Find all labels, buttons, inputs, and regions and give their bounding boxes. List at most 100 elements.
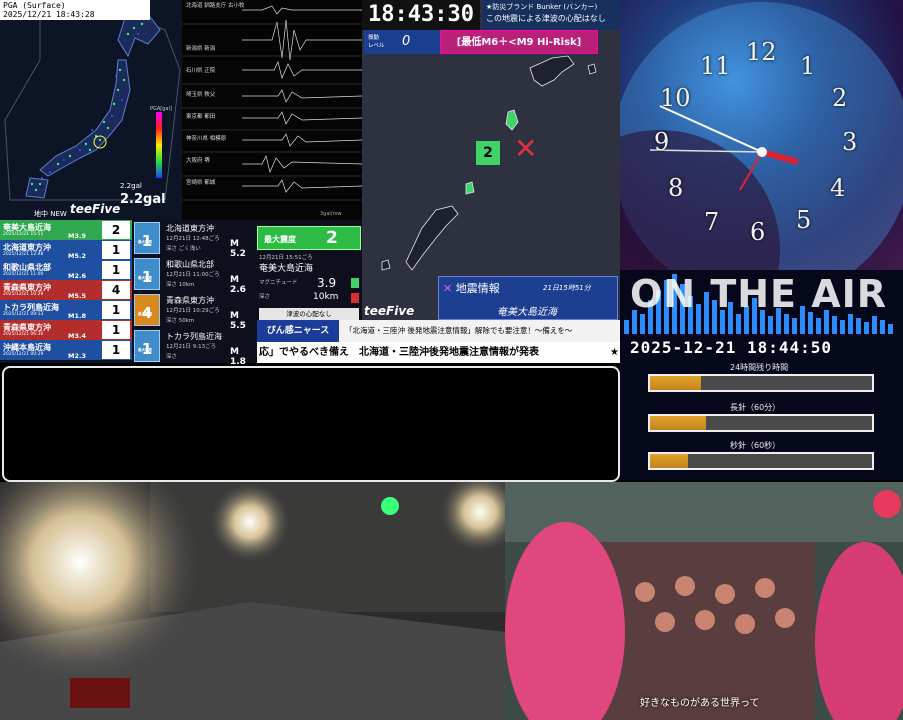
quake-magnitude: M3.9: [68, 232, 86, 240]
pga-gal-small: 2.2gal: [120, 182, 142, 190]
detail-region: 和歌山県北部: [166, 260, 214, 269]
clock-number: 6: [750, 218, 766, 246]
badge-label: 最大震度: [138, 276, 152, 280]
detail-magnitude: M 1.8: [230, 347, 246, 367]
latest-quake-summary: 最大震度 2 12月21日 15:51ごろ 奄美大島近海 マグニチュード 3.9…: [257, 220, 362, 320]
progress-bar-label: 長針（60分）: [730, 403, 781, 412]
quake-history-list: 奄美大島近海 2025/12/21 15:51 M3.9 2 北海道東方沖 2025/12…: [0, 220, 132, 363]
detail-depth: 深さ 10km: [166, 282, 195, 288]
detail-depth: 深さ: [166, 354, 178, 360]
clock-number: 5: [796, 206, 812, 234]
quake-info-region: 奄美大島近海: [497, 307, 557, 318]
pga-gal-value: 2.2gal: [120, 192, 166, 207]
on-air-text: ON THE AIR: [630, 272, 888, 316]
badge-label: 最大震度: [138, 240, 152, 244]
ticker-star-icon: ★: [610, 347, 619, 358]
quake-intensity: 1: [102, 321, 130, 339]
waveform-station-label: 大阪府 堺: [186, 158, 210, 164]
quake-history-row: 青森県東方沖 2025/12/21 06:30 M3.4 1: [0, 320, 132, 340]
waveform-panel: 北海道 釧路支庁 古小牧 新潟県 新潟 石川県 正院 埼玉県 秩父 東京都 都田…: [182, 0, 362, 220]
intensity-badge: 最大震度 1: [134, 258, 160, 290]
quake-detail-list: 最大震度 1 北海道東方沖 12月21日 12:48ごろ 深さ ごく浅い M 5.2 最大震…: [132, 220, 257, 367]
waveform-station-label: 新潟県 新潟: [186, 46, 216, 52]
quake-info-title: ✕ 地震情報: [443, 280, 500, 296]
intensity-badge: 最大震度 4: [134, 294, 160, 326]
shake-level-value: 0: [402, 34, 411, 49]
detail-depth: 深さ ごく浅い: [166, 246, 201, 252]
detail-date: 12月21日 11:00ごろ: [166, 272, 220, 278]
clock-number: 8: [668, 174, 684, 202]
clock-number: 10: [660, 84, 691, 112]
max-intensity-box: 最大震度 2: [257, 226, 361, 250]
waveform-station-label: 宮崎県 都城: [186, 180, 216, 186]
quake-info-title-text: 地震情報: [455, 282, 500, 295]
badge-label: 最大震度: [138, 348, 152, 352]
street-camera-feed: [0, 482, 505, 720]
pga-timestamp: 2025/12/21 18:43:28: [3, 10, 95, 19]
pga-now-label: 地中 NEW: [34, 210, 67, 218]
badge-label: 最大震度: [138, 312, 152, 316]
magnitude-color-chip: [351, 278, 359, 288]
news-tag: ぴん感ニャース: [257, 320, 339, 342]
summary-depth-label: 深さ: [259, 294, 271, 300]
quake-magnitude: M5.2: [68, 252, 86, 260]
progress-bar-track: [648, 414, 874, 432]
clock-number: 4: [830, 174, 846, 202]
progress-bar-track: [648, 452, 874, 470]
quake-date: 2025/12/21 15:51: [3, 232, 44, 237]
quake-intensity: 2: [102, 221, 130, 239]
quake-intensity: 1: [102, 301, 130, 319]
cross-icon: ✕: [443, 282, 453, 295]
shake-level-box: 振動 レベル 0: [364, 30, 440, 54]
quake-info-time: 21日15時51分: [543, 284, 591, 292]
summary-date: 12月21日 15:51ごろ: [259, 255, 313, 261]
live-concert-feed: 好きなものがある世界って: [505, 482, 903, 720]
epicenter-brand-logo: teeFive: [364, 304, 415, 318]
pga-title: PGA (Surface): [3, 1, 66, 10]
on-air-panel: ON THE AIR 2025-12-21 18:44:50 24時間残り時間長…: [620, 270, 903, 480]
sponsor-line: ★防災ブランド Bunker (バンカー): [486, 3, 598, 11]
street-scene-image: [0, 482, 505, 720]
summary-region: 奄美大島近海: [259, 264, 314, 274]
waveform-unit: 3gal/row: [320, 211, 342, 217]
analog-clock-panel: 12 1 2 3 4 5 6 7 8 9 10 11: [620, 0, 903, 270]
quake-history-row: 北海道東方沖 2025/12/21 12:48 M5.2 1: [0, 240, 132, 260]
quake-info-box: ✕ 地震情報 21日15時51分 奄美大島近海: [438, 276, 618, 320]
quake-date: 2025/12/21 11:00: [3, 272, 44, 277]
news-title: 「北海道・三陸沖 後発地震注意情報」解除でも要注意！〜備えを〜: [339, 320, 620, 342]
detail-date: 12月21日 9:13ごろ: [166, 344, 217, 350]
epicenter-cross-icon: ✕: [514, 132, 538, 165]
pga-map-panel: PGA (Surface) 2025/12/21 18:43:28 PGA[ga…: [0, 0, 182, 220]
quake-detail-row: 最大震度 4 青森県東方沖 12月21日 10:29ごろ 深さ 50km M 5.5: [132, 292, 257, 331]
pga-header: PGA (Surface) 2025/12/21 18:43:28: [0, 0, 150, 20]
clock-number: 1: [800, 52, 816, 80]
tsunami-line: この地震による津波の心配はなし: [486, 14, 606, 23]
quake-magnitude: M3.4: [68, 332, 86, 340]
clock-number: 11: [700, 52, 731, 80]
depth-color-chip: [351, 293, 359, 303]
detail-date: 12月21日 10:29ごろ: [166, 308, 220, 314]
waveform-station-label: 埼玉県 秩父: [186, 92, 216, 98]
waveform-svg: [182, 5, 362, 201]
progress-bar-label: 秒針（60秒）: [730, 441, 781, 450]
clock-number: 9: [654, 128, 670, 156]
detail-date: 12月21日 12:48ごろ: [166, 236, 220, 242]
quake-intensity: 1: [102, 241, 130, 259]
quake-date: 2025/12/21 09:13: [3, 312, 44, 317]
quake-history-row: 奄美大島近海 2025/12/21 15:51 M3.9 2: [0, 220, 132, 240]
clock-number: 7: [704, 208, 720, 236]
progress-bar-fill: [650, 416, 706, 430]
clock-number: 12: [746, 38, 777, 66]
progress-bar-fill: [650, 376, 702, 390]
clock-number: 2: [832, 84, 848, 112]
quake-magnitude: M2.6: [68, 272, 86, 280]
waveform-station-label: 神奈川県 相模原: [186, 136, 227, 142]
quake-magnitude: M2.3: [68, 352, 86, 360]
current-time: 18:43:30: [362, 0, 480, 30]
detail-region: トカラ列島近海: [166, 332, 222, 341]
no-tsunami-badge: 津波の心配なし: [259, 308, 359, 320]
quake-date: 2025/12/21 06:30: [3, 332, 44, 337]
progress-bar-fill: [650, 454, 688, 468]
risk-banner: [最低M6＋<M9 Hi-Risk]: [440, 30, 598, 54]
quake-detail-row: 最大震度 1 トカラ列島近海 12月21日 9:13ごろ 深さ M 1.8: [132, 328, 257, 367]
